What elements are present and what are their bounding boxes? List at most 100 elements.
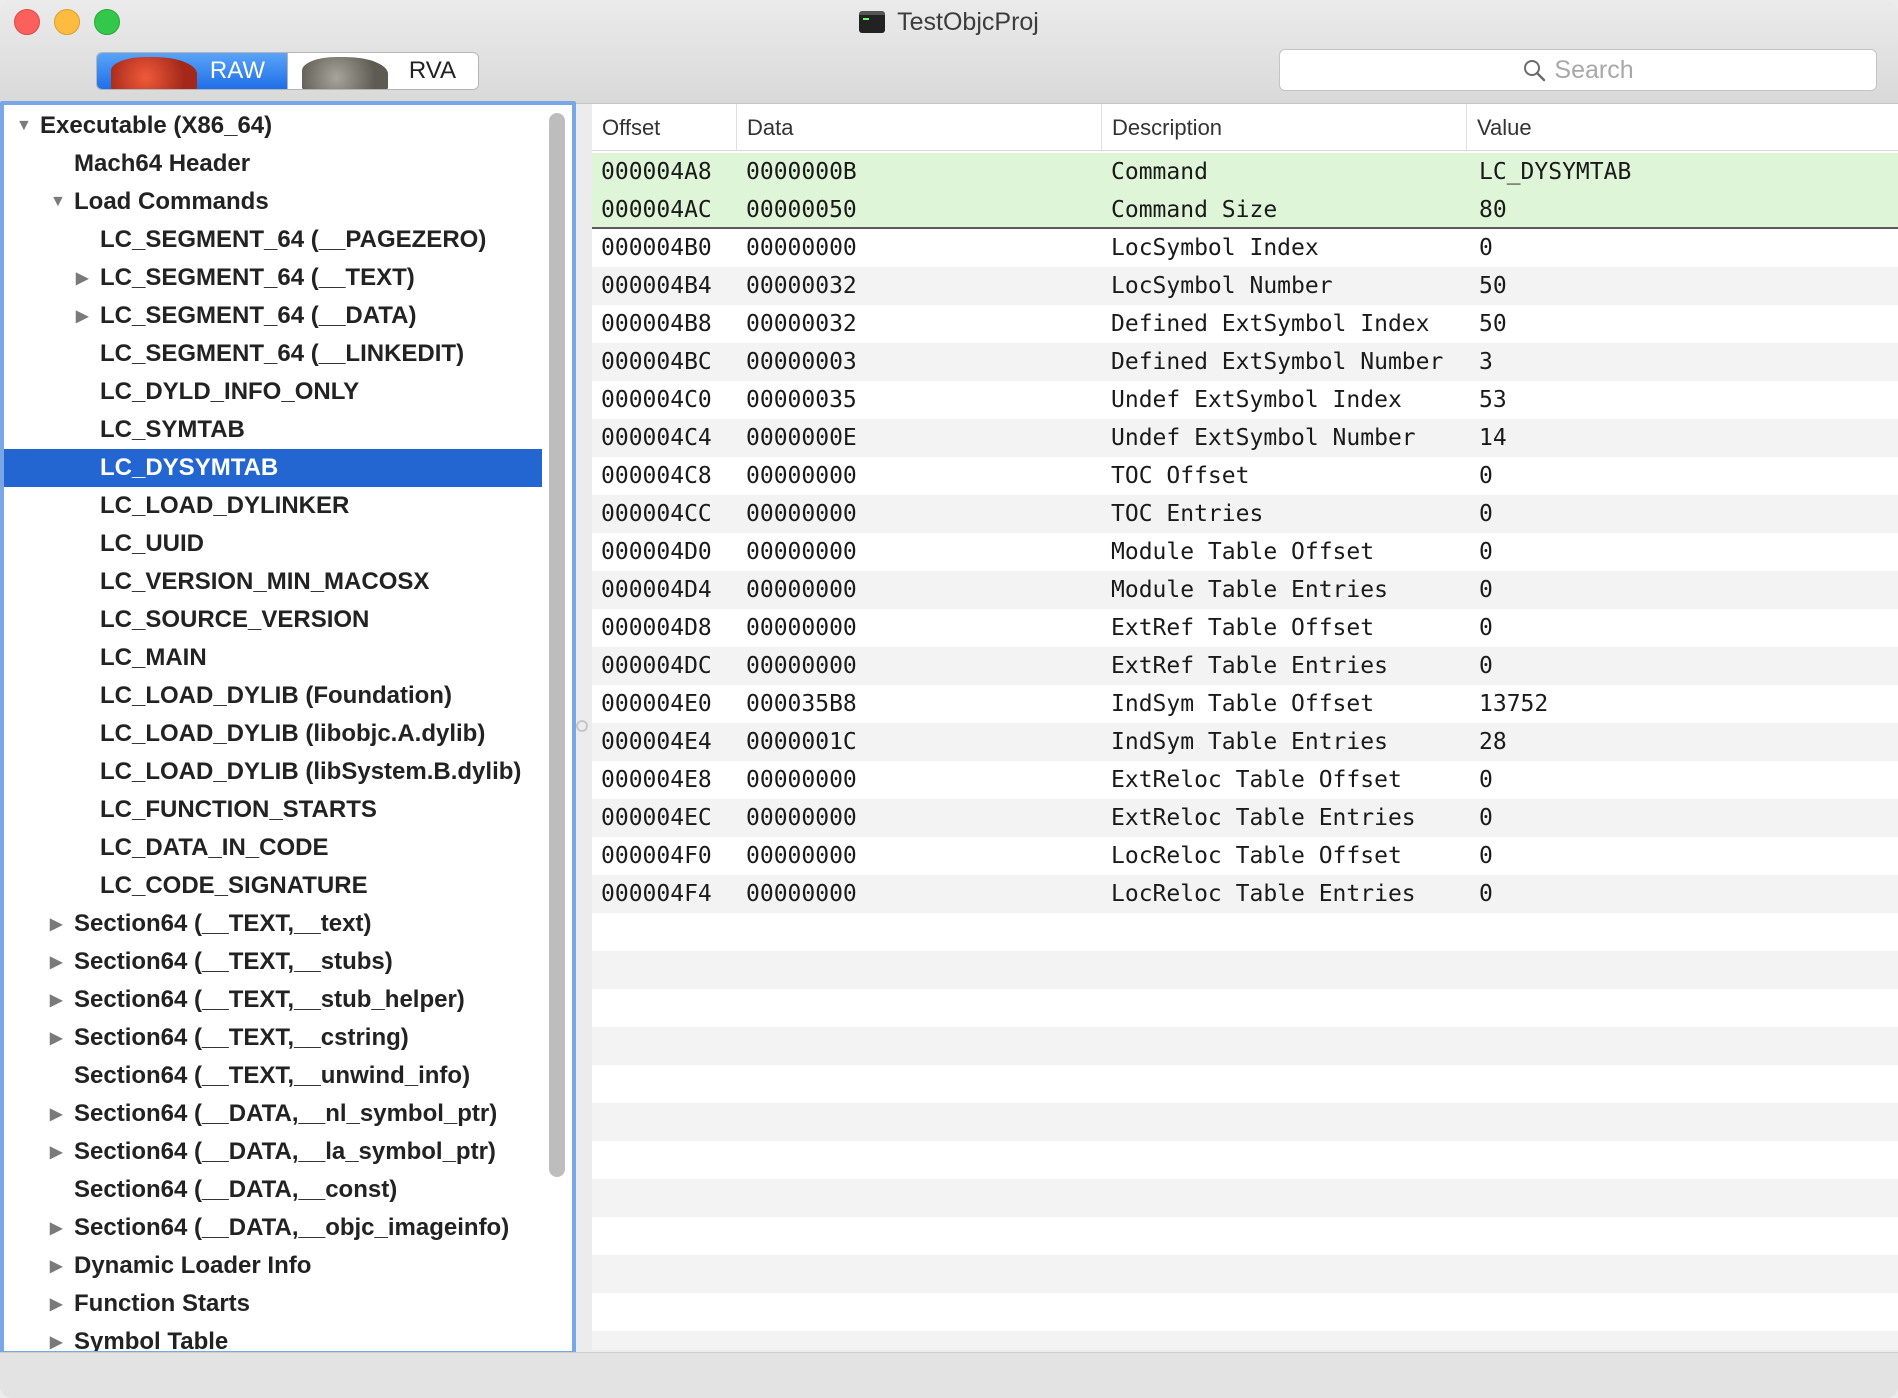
table-row[interactable]: 000004D4 00000000 Module Table Entries 0 xyxy=(592,571,1898,609)
sidebar-scrollbar[interactable] xyxy=(549,113,565,1177)
empty-table-row xyxy=(592,989,1898,1027)
table-row[interactable]: 000004CC 00000000 TOC Entries 0 xyxy=(592,495,1898,533)
disclosure-collapsed-icon[interactable]: ▶ xyxy=(50,1256,64,1276)
column-header-description[interactable]: Description xyxy=(1102,104,1467,151)
table-row[interactable]: 000004D0 00000000 Module Table Offset 0 xyxy=(592,533,1898,571)
raw-mode-button[interactable]: RAW xyxy=(97,53,287,89)
sidebar-item[interactable]: LC_DATA_IN_CODE xyxy=(4,829,542,867)
sidebar-item[interactable]: ▼ Load Commands xyxy=(4,183,542,221)
cell-value: 50 xyxy=(1479,273,1507,299)
sidebar-item[interactable]: ▶ Dynamic Loader Info xyxy=(4,1247,542,1285)
sidebar-item[interactable]: LC_DYLD_INFO_ONLY xyxy=(4,373,542,411)
sidebar-item-label: Section64 (__DATA,__const) xyxy=(74,1176,398,1203)
cell-data: 00000000 xyxy=(746,463,857,489)
sidebar-item[interactable]: LC_LOAD_DYLIB (libobjc.A.dylib) xyxy=(4,715,542,753)
sidebar-item[interactable]: ▶ Section64 (__DATA,__la_symbol_ptr) xyxy=(4,1133,542,1171)
table-row[interactable]: 000004DC 00000000 ExtRef Table Entries 0 xyxy=(592,647,1898,685)
table-row[interactable]: 000004B4 00000032 LocSymbol Number 50 xyxy=(592,267,1898,305)
column-header-value[interactable]: Value xyxy=(1467,104,1898,151)
sidebar-item[interactable]: ▶ LC_SEGMENT_64 (__TEXT) xyxy=(4,259,542,297)
sidebar-item[interactable]: LC_DYSYMTAB xyxy=(4,449,542,487)
sidebar-item[interactable]: Mach64 Header xyxy=(4,145,542,183)
cell-offset: 000004A8 xyxy=(601,159,712,185)
table-row[interactable]: 000004E4 0000001C IndSym Table Entries 28 xyxy=(592,723,1898,761)
window-title-group: TestObjcProj xyxy=(0,6,1898,38)
column-header-data[interactable]: Data xyxy=(737,104,1102,151)
disclosure-collapsed-icon[interactable]: ▶ xyxy=(50,914,64,934)
sidebar-item[interactable]: ▶ Function Starts xyxy=(4,1285,542,1323)
cell-offset: 000004F0 xyxy=(601,843,712,869)
sidebar-item-label: Section64 (__TEXT,__unwind_info) xyxy=(74,1062,471,1089)
table-row[interactable]: 000004EC 00000000 ExtReloc Table Entries 0 xyxy=(592,799,1898,837)
search-field[interactable]: Search xyxy=(1279,49,1877,91)
cell-description: Module Table Entries xyxy=(1111,577,1388,603)
sidebar-item[interactable]: Section64 (__TEXT,__unwind_info) xyxy=(4,1057,542,1095)
sidebar-item[interactable]: ▶ LC_SEGMENT_64 (__DATA) xyxy=(4,297,542,335)
sidebar-item[interactable]: LC_MAIN xyxy=(4,639,542,677)
cell-data: 000035B8 xyxy=(746,691,857,717)
sidebar-item[interactable]: ▶ Symbol Table xyxy=(4,1323,542,1351)
column-header-offset[interactable]: Offset xyxy=(592,104,737,151)
disclosure-collapsed-icon[interactable]: ▶ xyxy=(50,952,64,972)
table-row[interactable]: 000004AC 00000050 Command Size 80 xyxy=(592,191,1898,229)
cell-description: Undef ExtSymbol Number xyxy=(1111,425,1416,451)
sidebar-item[interactable]: ▶ Section64 (__TEXT,__cstring) xyxy=(4,1019,542,1057)
disclosure-collapsed-icon[interactable]: ▶ xyxy=(50,1332,64,1351)
sidebar-item[interactable]: LC_SYMTAB xyxy=(4,411,542,449)
table-row[interactable]: 000004B8 00000032 Defined ExtSymbol Index 5… xyxy=(592,305,1898,343)
disclosure-collapsed-icon[interactable]: ▶ xyxy=(50,1294,64,1314)
sidebar-item-label: Dynamic Loader Info xyxy=(74,1252,312,1279)
sidebar-item[interactable]: LC_UUID xyxy=(4,525,542,563)
sidebar-item[interactable]: LC_FUNCTION_STARTS xyxy=(4,791,542,829)
sidebar-item-label: LC_SYMTAB xyxy=(100,416,245,443)
rva-mode-icon xyxy=(302,57,388,89)
address-mode-segmented-control[interactable]: RAW RVA xyxy=(96,52,479,90)
table-row[interactable]: 000004BC 00000003 Defined ExtSymbol Number… xyxy=(592,343,1898,381)
sidebar-item[interactable]: LC_LOAD_DYLINKER xyxy=(4,487,542,525)
disclosure-collapsed-icon[interactable]: ▶ xyxy=(76,306,90,326)
table-row[interactable]: 000004F4 00000000 LocReloc Table Entries 0 xyxy=(592,875,1898,913)
sidebar-item[interactable]: ▶ Section64 (__TEXT,__stubs) xyxy=(4,943,542,981)
cell-offset: 000004D8 xyxy=(601,615,712,641)
cell-data: 00000000 xyxy=(746,653,857,679)
table-row[interactable]: 000004B0 00000000 LocSymbol Index 0 xyxy=(592,229,1898,267)
cell-value: 0 xyxy=(1479,881,1493,907)
sidebar-item[interactable]: ▼ Executable (X86_64) xyxy=(4,107,542,145)
sidebar-item[interactable]: ▶ Section64 (__TEXT,__text) xyxy=(4,905,542,943)
disclosure-expanded-icon[interactable]: ▼ xyxy=(16,117,32,135)
table-row[interactable]: 000004A8 0000000B Command LC_DYSYMTAB xyxy=(592,153,1898,191)
disclosure-collapsed-icon[interactable]: ▶ xyxy=(76,268,90,288)
sidebar-item[interactable]: LC_CODE_SIGNATURE xyxy=(4,867,542,905)
sidebar-item-label: Mach64 Header xyxy=(74,150,251,177)
cell-value: LC_DYSYMTAB xyxy=(1479,159,1632,185)
sidebar-item[interactable]: Section64 (__DATA,__const) xyxy=(4,1171,542,1209)
disclosure-collapsed-icon[interactable]: ▶ xyxy=(50,1028,64,1048)
table-row[interactable]: 000004C0 00000035 Undef ExtSymbol Index 53 xyxy=(592,381,1898,419)
sidebar-item[interactable]: LC_LOAD_DYLIB (Foundation) xyxy=(4,677,542,715)
table-row[interactable]: 000004C4 0000000E Undef ExtSymbol Number 14 xyxy=(592,419,1898,457)
table-row[interactable]: 000004F0 00000000 LocReloc Table Offset 0 xyxy=(592,837,1898,875)
sidebar-item[interactable]: ▶ Section64 (__DATA,__objc_imageinfo) xyxy=(4,1209,542,1247)
disclosure-collapsed-icon[interactable]: ▶ xyxy=(50,1142,64,1162)
table-row[interactable]: 000004D8 00000000 ExtRef Table Offset 0 xyxy=(592,609,1898,647)
cell-value: 0 xyxy=(1479,653,1493,679)
sidebar-item-label: LC_SEGMENT_64 (__TEXT) xyxy=(100,264,415,291)
sidebar-item[interactable]: LC_SEGMENT_64 (__PAGEZERO) xyxy=(4,221,542,259)
disclosure-expanded-icon[interactable]: ▼ xyxy=(50,193,66,211)
sidebar-item[interactable]: ▶ Section64 (__TEXT,__stub_helper) xyxy=(4,981,542,1019)
sidebar-outline[interactable]: ▼ Executable (X86_64) Mach64 Header ▼ Load C… xyxy=(0,101,576,1355)
sidebar-item[interactable]: LC_SEGMENT_64 (__LINKEDIT) xyxy=(4,335,542,373)
disclosure-collapsed-icon[interactable]: ▶ xyxy=(50,990,64,1010)
disclosure-collapsed-icon[interactable]: ▶ xyxy=(50,1104,64,1124)
split-view-handle[interactable] xyxy=(576,720,588,732)
sidebar-item[interactable]: LC_LOAD_DYLIB (libSystem.B.dylib) xyxy=(4,753,542,791)
disclosure-collapsed-icon[interactable]: ▶ xyxy=(50,1218,64,1238)
sidebar-item[interactable]: LC_VERSION_MIN_MACOSX xyxy=(4,563,542,601)
rva-mode-button[interactable]: RVA xyxy=(287,53,478,89)
sidebar-item-label: Section64 (__DATA,__nl_symbol_ptr) xyxy=(74,1100,498,1127)
table-row[interactable]: 000004C8 00000000 TOC Offset 0 xyxy=(592,457,1898,495)
table-row[interactable]: 000004E8 00000000 ExtReloc Table Offset 0 xyxy=(592,761,1898,799)
sidebar-item[interactable]: LC_SOURCE_VERSION xyxy=(4,601,542,639)
sidebar-item[interactable]: ▶ Section64 (__DATA,__nl_symbol_ptr) xyxy=(4,1095,542,1133)
table-row[interactable]: 000004E0 000035B8 IndSym Table Offset 13752 xyxy=(592,685,1898,723)
